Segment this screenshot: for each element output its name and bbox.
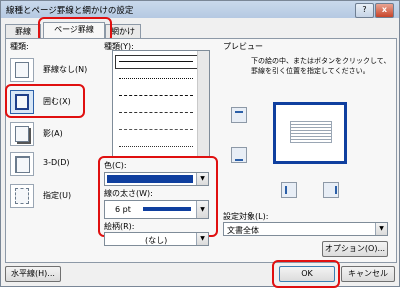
left-border-button[interactable] <box>281 182 297 198</box>
setting-section-label: 種類: <box>10 42 29 51</box>
setting-none-label: 罫線なし(N) <box>43 65 88 74</box>
highlight-ok-button <box>272 260 340 288</box>
right-border-button[interactable] <box>323 182 339 198</box>
preview-text-sample <box>290 121 332 143</box>
top-border-button[interactable] <box>231 107 247 123</box>
tab-borders[interactable]: 罫線 <box>5 24 41 38</box>
options-button[interactable]: オプション(O)... <box>322 241 388 257</box>
highlight-box-setting <box>5 84 85 118</box>
style-solid-line[interactable] <box>119 61 193 62</box>
style-selected-item[interactable] <box>115 55 198 69</box>
setting-none-button[interactable] <box>10 58 34 82</box>
apply-to-dropdown[interactable]: 文書全体 ▼ <box>223 222 388 236</box>
left-border-icon <box>285 186 295 194</box>
help-button[interactable]: ? <box>355 3 374 18</box>
style-dotted-line[interactable] <box>119 78 193 79</box>
style-long-dash-line[interactable] <box>119 112 193 113</box>
bottom-border-icon <box>235 151 243 161</box>
cancel-button[interactable]: キャンセル <box>341 266 395 282</box>
right-border-icon <box>327 186 337 194</box>
chevron-down-icon[interactable]: ▼ <box>196 233 208 245</box>
3d-border-icon <box>15 156 30 173</box>
no-border-icon <box>15 62 29 78</box>
dialog-window: 線種とページ罫線と網かけの設定 ? x 罫線 ページ罫線 網かけ 種類: 罫線な… <box>0 0 400 288</box>
setting-shadow-label: 影(A) <box>43 129 63 138</box>
art-dropdown[interactable]: (なし) ▼ <box>104 232 209 246</box>
shadow-border-icon <box>15 126 29 142</box>
top-border-icon <box>235 111 243 121</box>
chevron-down-icon[interactable]: ▼ <box>375 223 387 235</box>
setting-shadow-button[interactable] <box>10 122 34 146</box>
horizontal-line-button[interactable]: 水平線(H)... <box>5 266 61 282</box>
style-dashed-line[interactable] <box>119 95 193 96</box>
style-dash-dot-line[interactable] <box>119 129 193 130</box>
style-scrollbar[interactable] <box>197 51 209 156</box>
art-value: (なし) <box>145 236 168 245</box>
custom-border-icon <box>15 188 29 204</box>
preview-instruction: 下の絵の中、またはボタンをクリックして、罫線を引く位置を指定してください。 <box>251 57 391 75</box>
setting-custom-button[interactable] <box>10 184 34 208</box>
apply-to-value: 文書全体 <box>227 226 259 235</box>
window-title: 線種とページ罫線と網かけの設定 <box>6 6 134 16</box>
bottom-border-button[interactable] <box>231 147 247 163</box>
preview-label: プレビュー <box>223 42 263 51</box>
art-label: 絵柄(R): <box>104 222 135 231</box>
close-button[interactable]: x <box>375 3 394 18</box>
setting-3d-button[interactable] <box>10 152 34 176</box>
apply-to-label: 設定対象(L): <box>223 212 269 221</box>
setting-3d-label: 3-D(D) <box>43 158 70 167</box>
preview-page[interactable] <box>273 102 347 164</box>
setting-custom-label: 指定(U) <box>43 191 72 200</box>
style-dash-dot-dot-line[interactable] <box>119 146 193 147</box>
style-list[interactable] <box>112 50 210 157</box>
title-bar: 線種とページ罫線と網かけの設定 ? x <box>1 1 399 18</box>
